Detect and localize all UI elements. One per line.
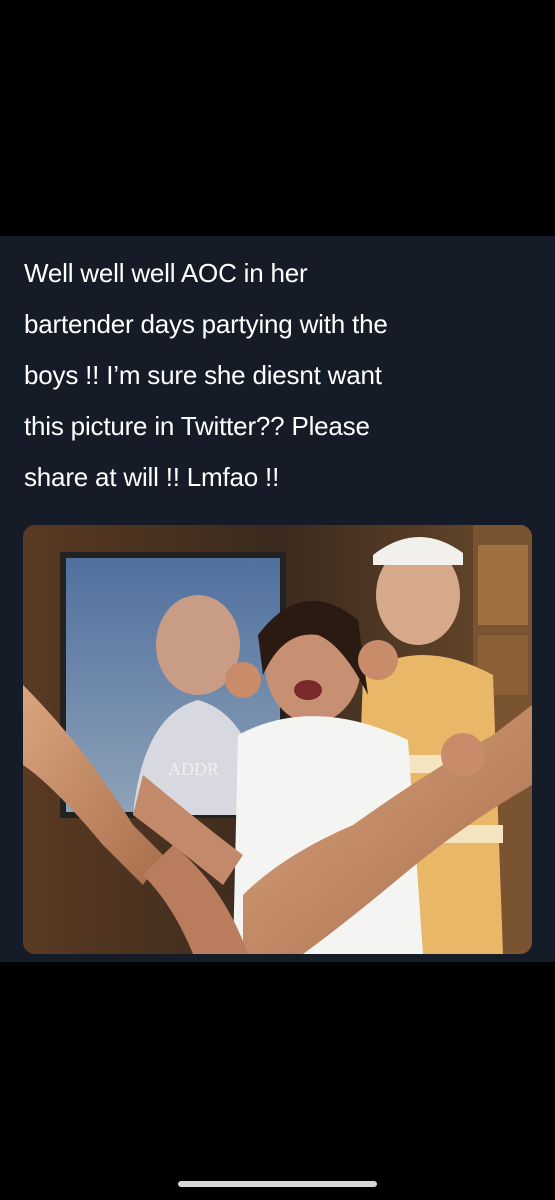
photo-illustration: ADDR bbox=[23, 525, 532, 954]
post-text-line: bartender days partying with the bbox=[24, 309, 388, 339]
home-indicator[interactable] bbox=[178, 1181, 377, 1187]
post-card: Well well well AOC in her bartender days… bbox=[0, 236, 555, 962]
photo-caption-text: ADDR bbox=[168, 759, 219, 779]
post-text: Well well well AOC in her bartender days… bbox=[24, 248, 534, 503]
post-text-line: boys !! I’m sure she diesnt want bbox=[24, 360, 382, 390]
post-text-line: share at will !! Lmfao !! bbox=[24, 462, 280, 492]
post-text-line: this picture in Twitter?? Please bbox=[24, 411, 370, 441]
post-photo[interactable]: ADDR bbox=[23, 525, 532, 954]
post-text-line: Well well well AOC in her bbox=[24, 258, 308, 288]
